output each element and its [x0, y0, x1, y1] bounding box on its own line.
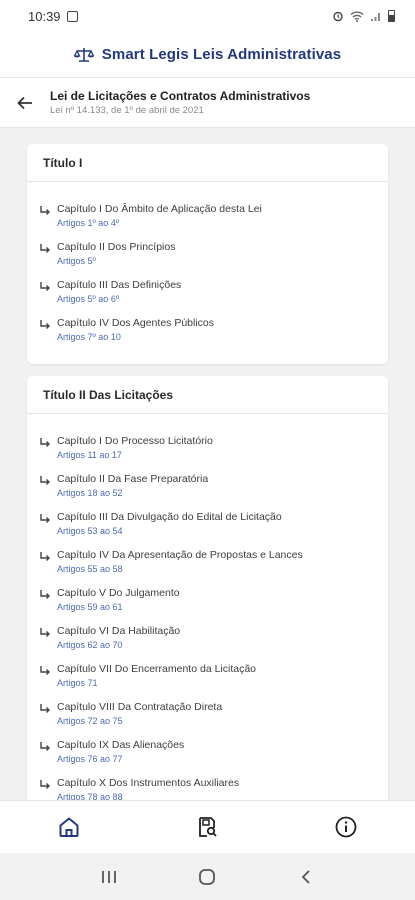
- chapter-title: Capítulo III Da Divulgação do Edital de …: [57, 511, 282, 523]
- chapter-title: Capítulo IX Das Alienações: [57, 739, 185, 751]
- chapter-articles: Artigos 59 ao 61: [57, 602, 123, 612]
- chapter-item[interactable]: Capítulo V Do Julgamento Artigos 59 ao 61: [39, 586, 376, 613]
- chapter-item[interactable]: Capítulo IV Da Apresentação de Propostas…: [39, 548, 376, 575]
- section-title: Título I: [27, 144, 388, 182]
- chapter-title: Capítulo IV Da Apresentação de Propostas…: [57, 549, 303, 561]
- recent-apps-button[interactable]: [89, 857, 129, 897]
- chapter-articles: Artigos 11 ao 17: [57, 450, 122, 460]
- nav-home-button[interactable]: [45, 803, 93, 851]
- subdirectory-arrow-icon: [39, 473, 57, 489]
- chapter-articles: Artigos 71: [57, 678, 98, 688]
- subdirectory-arrow-icon: [39, 663, 57, 679]
- arrow-left-icon: [17, 96, 32, 109]
- chapter-item[interactable]: Capítulo VIII Da Contratação Direta Artig…: [39, 700, 376, 727]
- app-title: Smart Legis Leis Administrativas: [101, 46, 342, 63]
- home-system-button[interactable]: [187, 857, 227, 897]
- circle-home-icon: [199, 868, 216, 885]
- chapter-articles: Artigos 7º ao 10: [57, 332, 121, 342]
- subdirectory-arrow-icon: [39, 241, 57, 257]
- chapter-articles: Artigos 76 ao 77: [57, 754, 123, 764]
- status-bar: 10:39: [0, 0, 415, 32]
- system-navigation-bar: [0, 853, 415, 900]
- chapter-item[interactable]: Capítulo IX Das Alienações Artigos 76 ao …: [39, 738, 376, 765]
- chapter-title: Capítulo VII Do Encerramento da Licitaçã…: [57, 663, 257, 675]
- status-icons: [332, 10, 395, 22]
- subdirectory-arrow-icon: [39, 701, 57, 717]
- chapter-title: Capítulo I Do Processo Licitatório: [57, 435, 213, 447]
- chapter-title: Capítulo I Do Âmbito de Aplicação desta …: [57, 203, 262, 215]
- nav-info-button[interactable]: [322, 803, 370, 851]
- chapter-articles: Artigos 53 ao 54: [57, 526, 123, 536]
- chapter-articles: Artigos 1º ao 4º: [57, 218, 120, 228]
- chapter-item[interactable]: Capítulo III Da Divulgação do Edital de …: [39, 510, 376, 537]
- document-search-icon: [199, 817, 218, 837]
- chapter-title: Capítulo V Do Julgamento: [57, 587, 180, 599]
- chapter-item[interactable]: Capítulo VI Da Habilitação Artigos 62 ao …: [39, 624, 376, 651]
- chapter-articles: Artigos 5º: [57, 256, 96, 266]
- notification-icon: [66, 10, 78, 22]
- subdirectory-arrow-icon: [39, 203, 57, 219]
- chapter-title: Capítulo IV Dos Agentes Públicos: [57, 317, 215, 329]
- scales-logo-icon: [73, 46, 94, 64]
- app-bar: Smart Legis Leis Administrativas: [0, 32, 415, 78]
- page-header: Lei de Licitações e Contratos Administra…: [0, 78, 415, 128]
- home-icon: [59, 817, 79, 837]
- subdirectory-arrow-icon: [39, 279, 57, 295]
- chapter-articles: Artigos 55 ao 58: [57, 564, 123, 574]
- page-title: Lei de Licitações e Contratos Administra…: [50, 89, 311, 103]
- chapter-item[interactable]: Capítulo X Dos Instrumentos Auxiliares Ar…: [39, 776, 376, 800]
- recent-apps-icon: [102, 870, 117, 883]
- alarm-icon: [333, 11, 343, 22]
- bottom-navigation: [0, 800, 415, 853]
- chapter-item[interactable]: Capítulo II Da Fase Preparatória Artigos …: [39, 472, 376, 499]
- battery-icon: [388, 10, 395, 22]
- chapter-item[interactable]: Capítulo I Do Âmbito de Aplicação desta …: [39, 202, 376, 229]
- subdirectory-arrow-icon: [39, 549, 57, 565]
- chapter-list[interactable]: Título I Capítulo I Do Âmbito de Aplicaç…: [0, 128, 415, 800]
- chapter-item[interactable]: Capítulo IV Dos Agentes Públicos Artigos …: [39, 316, 376, 343]
- chapter-articles: Artigos 18 ao 52: [57, 488, 123, 498]
- subdirectory-arrow-icon: [39, 435, 57, 451]
- chapter-articles: Artigos 62 ao 70: [57, 640, 123, 650]
- chapter-item[interactable]: Capítulo II Dos Princípios Artigos 5º: [39, 240, 376, 267]
- chapter-item[interactable]: Capítulo VII Do Encerramento da Licitaçã…: [39, 662, 376, 689]
- chapter-title: Capítulo VI Da Habilitação: [57, 625, 181, 637]
- chapter-title: Capítulo VIII Da Contratação Direta: [57, 701, 223, 713]
- chapter-item[interactable]: Capítulo III Das Definições Artigos 5º ao…: [39, 278, 376, 305]
- back-system-button[interactable]: [286, 857, 326, 897]
- signal-icon: [371, 13, 380, 21]
- chapter-articles: Artigos 5º ao 6º: [57, 294, 120, 304]
- subdirectory-arrow-icon: [39, 587, 57, 603]
- chapter-title: Capítulo X Dos Instrumentos Auxiliares: [57, 777, 240, 789]
- section-card: Título I Capítulo I Do Âmbito de Aplicaç…: [27, 144, 388, 364]
- subdirectory-arrow-icon: [39, 777, 57, 793]
- chapter-title: Capítulo II Dos Princípios: [57, 241, 176, 253]
- subdirectory-arrow-icon: [39, 739, 57, 755]
- status-time: 10:39: [28, 8, 61, 24]
- section-title: Título II Das Licitações: [27, 376, 388, 414]
- subdirectory-arrow-icon: [39, 317, 57, 333]
- chapter-item[interactable]: Capítulo I Do Processo Licitatório Artigo…: [39, 434, 376, 461]
- chapter-articles: Artigos 72 ao 75: [57, 716, 123, 726]
- chapter-title: Capítulo II Da Fase Preparatória: [57, 473, 209, 485]
- section-card: Título II Das Licitações Capítulo I Do P…: [27, 376, 388, 800]
- page-subtitle: Lei nº 14.133, de 1º de abril de 2021: [50, 105, 204, 116]
- subdirectory-arrow-icon: [39, 625, 57, 641]
- nav-search-button[interactable]: [183, 803, 231, 851]
- back-button[interactable]: [0, 78, 50, 128]
- chapter-title: Capítulo III Das Definições: [57, 279, 182, 291]
- subdirectory-arrow-icon: [39, 511, 57, 527]
- chevron-left-icon: [301, 869, 310, 884]
- chapter-articles: Artigos 78 ao 88: [57, 792, 123, 800]
- info-icon: [335, 816, 357, 838]
- wifi-icon: [350, 11, 364, 22]
